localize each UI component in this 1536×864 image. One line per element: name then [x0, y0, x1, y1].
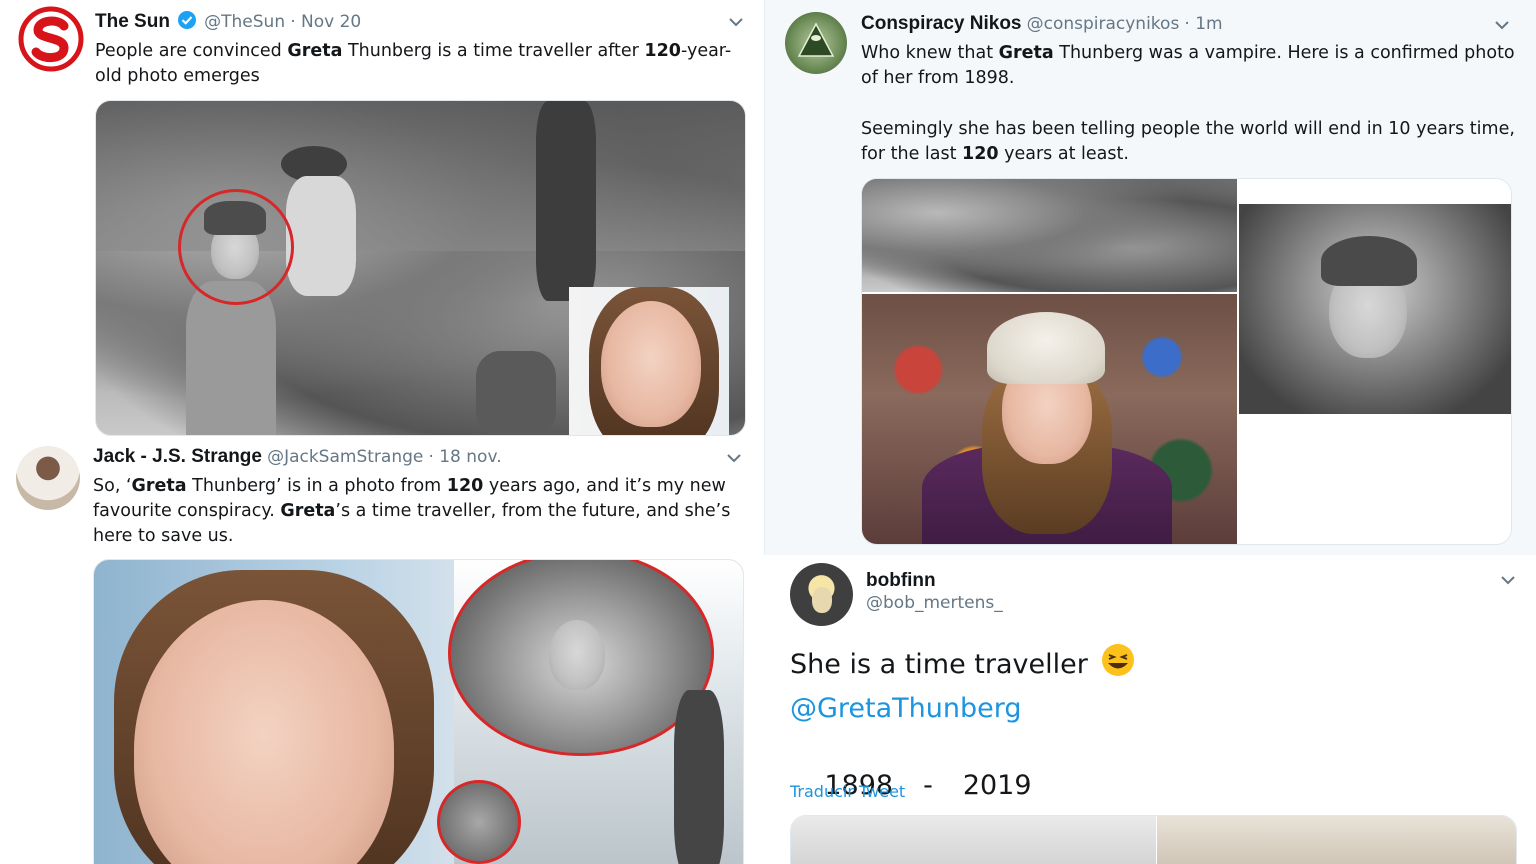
- mention-link[interactable]: @GretaThunberg: [790, 690, 1490, 729]
- user-handle[interactable]: @JackSamStrange: [267, 447, 423, 467]
- user-name[interactable]: Jack - J.S. Strange: [93, 446, 262, 467]
- user-name[interactable]: bobfinn: [866, 570, 1466, 592]
- tweet-header: Conspiracy Nikos @conspiracynikos · 1m: [861, 13, 1516, 39]
- verified-badge-icon: [177, 10, 197, 34]
- the-sun-logo-icon: [18, 6, 84, 72]
- chevron-down-icon[interactable]: [728, 14, 744, 30]
- translate-tweet-link[interactable]: Traducir Tweet: [790, 782, 905, 801]
- tweet-text: So, ‘Greta Thunberg’ is in a photo from …: [93, 476, 731, 546]
- tweet-image-thesun[interactable]: [95, 100, 746, 436]
- pyramid-eye-icon: [797, 22, 835, 57]
- image-old-photo-face[interactable]: [1239, 204, 1511, 414]
- avatar-jack[interactable]: [16, 446, 80, 510]
- tweet-date[interactable]: · Nov 20: [290, 12, 361, 32]
- image-greta-crowd[interactable]: [862, 294, 1237, 544]
- user-name[interactable]: Conspiracy Nikos: [861, 13, 1022, 34]
- highlight-circle-small: [437, 780, 521, 864]
- tweet-text-bobfinn: She is a time traveller @GretaThunberg 1…: [790, 642, 1490, 844]
- tweet-image-grid-nikos: [861, 178, 1512, 545]
- laughing-emoji-icon: [1100, 642, 1136, 690]
- avatar-conspiracynikos[interactable]: [785, 12, 847, 74]
- user-handle[interactable]: @conspiracynikos: [1027, 14, 1180, 34]
- chevron-down-icon[interactable]: [1500, 572, 1516, 588]
- user-name[interactable]: The Sun: [95, 11, 170, 32]
- tweet-jack: Jack - J.S. Strange @JackSamStrange · 18…: [93, 446, 743, 549]
- tweet-text-para2: Seemingly she has been telling people th…: [861, 119, 1515, 164]
- tweet-image-jack[interactable]: [93, 559, 744, 864]
- chevron-down-icon[interactable]: [1494, 17, 1510, 33]
- tweet-header: The Sun @TheSun · Nov 20: [95, 10, 750, 36]
- tweet-bobfinn: bobfinn @bob_mertens_: [866, 570, 1466, 613]
- chevron-down-icon[interactable]: [726, 450, 742, 466]
- tweet-conspiracynikos: Conspiracy Nikos @conspiracynikos · 1m W…: [861, 13, 1516, 167]
- user-handle[interactable]: @bob_mertens_: [866, 593, 1466, 613]
- tweet-line: She is a time traveller: [790, 649, 1088, 680]
- highlight-circle: [178, 189, 294, 305]
- tweet-image-bobfinn[interactable]: [790, 815, 1517, 864]
- tweet-thesun: The Sun @TheSun · Nov 20 People are conv…: [95, 10, 750, 89]
- image-old-photo-crop[interactable]: [862, 179, 1237, 292]
- inset-portrait: [569, 287, 729, 435]
- tweet-date[interactable]: · 1m: [1184, 14, 1222, 34]
- tweet-header: Jack - J.S. Strange @JackSamStrange · 18…: [93, 446, 743, 472]
- tweet-text: People are convinced Greta Thunberg is a…: [95, 41, 732, 86]
- avatar-thesun[interactable]: [18, 6, 84, 72]
- tweet-text-para1: Who knew that Greta Thunberg was a vampi…: [861, 43, 1515, 88]
- tweet-date[interactable]: · 18 nov.: [428, 447, 501, 467]
- user-handle[interactable]: @TheSun: [204, 12, 285, 32]
- avatar-bobfinn[interactable]: [790, 563, 853, 626]
